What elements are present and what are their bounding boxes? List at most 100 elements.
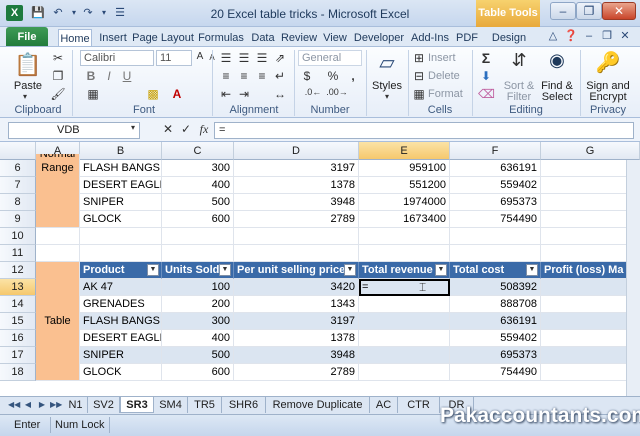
percent-button[interactable]: %: [326, 69, 340, 83]
cell-d10[interactable]: [234, 228, 359, 245]
comma-button[interactable]: ,: [346, 69, 360, 83]
autosum-button[interactable]: Σ: [478, 50, 494, 66]
insert-cells-icon[interactable]: ⊞: [412, 51, 426, 65]
vertical-scrollbar[interactable]: [626, 160, 640, 396]
cell-c11[interactable]: [162, 245, 234, 262]
table-header-cell[interactable]: Product ▼: [80, 262, 162, 279]
name-box[interactable]: VDB: [8, 122, 140, 139]
wrap-text-icon[interactable]: ↵: [272, 69, 288, 83]
cell-b8[interactable]: SNIPER: [80, 194, 162, 211]
cell-a11[interactable]: [36, 245, 80, 262]
table-label-cell[interactable]: Table: [36, 262, 80, 381]
sheet-tab-n1[interactable]: N1: [64, 397, 88, 413]
cell-f14[interactable]: 888708: [450, 296, 541, 313]
row-header-11[interactable]: 11: [0, 245, 36, 262]
normal-range-label-cell[interactable]: Normal Range: [36, 154, 80, 228]
cancel-entry-icon[interactable]: ✕: [160, 122, 176, 136]
underline-button[interactable]: U: [120, 69, 134, 83]
select-all-corner[interactable]: [0, 142, 36, 160]
cell-b18[interactable]: GLOCK: [80, 364, 162, 381]
cell-d9[interactable]: 2789: [234, 211, 359, 228]
enter-entry-icon[interactable]: ✓: [178, 122, 194, 136]
sheet-tab-remove-duplicate[interactable]: Remove Duplicate: [266, 397, 370, 413]
sheet-tab-sm4[interactable]: SM4: [154, 397, 188, 413]
prev-sheet-icon[interactable]: ◀: [22, 399, 34, 411]
orientation-icon[interactable]: ⇗: [272, 51, 288, 65]
cell-e9[interactable]: 1673400: [359, 211, 450, 228]
sheet-tab-shr6[interactable]: SHR6: [222, 397, 266, 413]
doc-close-icon[interactable]: ✕: [618, 29, 632, 43]
filter-dropdown-icon[interactable]: ▼: [147, 264, 159, 276]
tab-add-ins[interactable]: Add-Ins: [408, 29, 452, 47]
cell-f11[interactable]: [450, 245, 541, 262]
font-size-combo[interactable]: 11: [156, 50, 192, 66]
sheet-tab-sr3[interactable]: SR3: [120, 397, 154, 413]
row-header-9[interactable]: 9: [0, 211, 36, 228]
filter-dropdown-icon[interactable]: ▼: [219, 264, 231, 276]
cell-c18[interactable]: 600: [162, 364, 234, 381]
filter-dropdown-icon[interactable]: ▼: [435, 264, 447, 276]
row-header-16[interactable]: 16: [0, 330, 36, 347]
cell-d18[interactable]: 2789: [234, 364, 359, 381]
styles-dropdown-icon[interactable]: ▾: [382, 92, 392, 101]
cell-c14[interactable]: 200: [162, 296, 234, 313]
customize-toolbar-icon[interactable]: ☰: [112, 5, 128, 21]
cell-f7[interactable]: 559402: [450, 177, 541, 194]
font-color-icon[interactable]: A: [170, 87, 184, 101]
grow-font-icon[interactable]: A: [194, 51, 206, 62]
doc-restore-icon[interactable]: ❐: [600, 29, 614, 43]
cell-c10[interactable]: [162, 228, 234, 245]
row-header-17[interactable]: 17: [0, 347, 36, 364]
sign-encrypt-icon[interactable]: 🔑: [594, 50, 622, 75]
close-button[interactable]: ✕: [602, 2, 636, 20]
format-cells-icon[interactable]: ▦: [412, 87, 426, 101]
increase-indent-icon[interactable]: ⇥: [236, 87, 252, 101]
clear-icon[interactable]: ⌫: [478, 87, 495, 101]
sort-filter-label-2[interactable]: Filter: [500, 91, 538, 103]
cell-e14[interactable]: [359, 296, 450, 313]
formula-input[interactable]: =: [214, 122, 634, 139]
styles-button-label[interactable]: Styles: [370, 80, 404, 92]
number-format-combo[interactable]: General: [298, 50, 362, 66]
cell-f10[interactable]: [450, 228, 541, 245]
delete-cells-icon[interactable]: ⊟: [412, 69, 426, 83]
row-header-10[interactable]: 10: [0, 228, 36, 245]
cell-e10[interactable]: [359, 228, 450, 245]
fill-icon[interactable]: ⬇: [478, 69, 494, 83]
row-header-18[interactable]: 18: [0, 364, 36, 381]
cell-e18[interactable]: [359, 364, 450, 381]
tab-formulas[interactable]: Formulas: [196, 29, 246, 47]
cell-e8[interactable]: 1974000: [359, 194, 450, 211]
last-sheet-icon[interactable]: ▶▶: [50, 399, 62, 411]
column-header-g[interactable]: G: [541, 142, 640, 160]
cell-e7[interactable]: 551200: [359, 177, 450, 194]
cell-f18[interactable]: 754490: [450, 364, 541, 381]
row-header-14[interactable]: 14: [0, 296, 36, 313]
cell-f6[interactable]: 636191: [450, 160, 541, 177]
sort-filter-icon[interactable]: ⇵: [506, 50, 532, 71]
fill-color-icon[interactable]: ▩: [146, 87, 160, 101]
redo-icon[interactable]: ↷: [80, 5, 96, 21]
minimize-button[interactable]: –: [550, 2, 576, 20]
decrease-indent-icon[interactable]: ⇤: [218, 87, 234, 101]
currency-button[interactable]: $: [300, 69, 314, 83]
cell-e17[interactable]: [359, 347, 450, 364]
cell-d7[interactable]: 1378: [234, 177, 359, 194]
cell-b11[interactable]: [80, 245, 162, 262]
cell-f13[interactable]: 508392: [450, 279, 541, 296]
cell-f8[interactable]: 695373: [450, 194, 541, 211]
paste-button-label[interactable]: Paste: [10, 80, 46, 92]
cell-d15[interactable]: 3197: [234, 313, 359, 330]
cell-b14[interactable]: GRENADES: [80, 296, 162, 313]
minimize-ribbon-icon[interactable]: △: [546, 29, 560, 43]
cell-e13[interactable]: = ⌶: [359, 279, 450, 296]
column-header-c[interactable]: C: [162, 142, 234, 160]
cell-c16[interactable]: 400: [162, 330, 234, 347]
paste-icon[interactable]: 📋: [14, 52, 41, 78]
row-header-15[interactable]: 15: [0, 313, 36, 330]
column-header-b[interactable]: B: [80, 142, 162, 160]
copy-icon[interactable]: ❐: [50, 69, 66, 83]
font-name-combo[interactable]: Calibri: [80, 50, 154, 66]
tab-view[interactable]: View: [320, 29, 350, 47]
tab-insert[interactable]: Insert: [96, 29, 130, 47]
